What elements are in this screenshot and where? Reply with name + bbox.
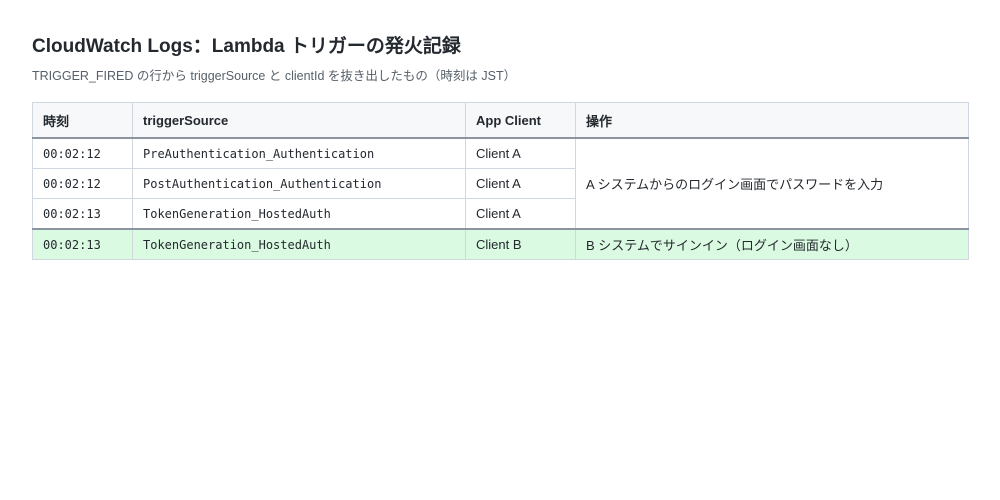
- column-header-time: 時刻: [32, 102, 133, 139]
- cell-time: 00:02:13: [32, 198, 133, 230]
- cell-operation: B システムでサインイン（ログイン画面なし）: [575, 228, 969, 260]
- page: CloudWatch Logs：Lambda トリガーの発火記録 TRIGGER…: [0, 0, 1000, 500]
- cell-time: 00:02:12: [32, 168, 133, 199]
- cell-app-client: Client B: [465, 228, 576, 260]
- cell-app-client: Client A: [465, 137, 576, 169]
- cell-time: 00:02:13: [32, 228, 133, 260]
- cell-app-client: Client A: [465, 198, 576, 230]
- column-header-operation: 操作: [575, 102, 969, 139]
- trigger-log-table: 時刻 triggerSource App Client 操作 00:02:12 …: [32, 102, 969, 260]
- table-header-row: 時刻 triggerSource App Client 操作: [32, 102, 969, 139]
- cell-trigger-source: TokenGeneration_HostedAuth: [132, 198, 466, 230]
- page-title: CloudWatch Logs：Lambda トリガーの発火記録: [32, 36, 461, 57]
- page-subtitle: TRIGGER_FIRED の行から triggerSource と clien…: [32, 69, 517, 83]
- cell-trigger-source: PostAuthentication_Authentication: [132, 168, 466, 199]
- cell-time: 00:02:12: [32, 137, 133, 169]
- cell-app-client: Client A: [465, 168, 576, 199]
- cell-trigger-source: PreAuthentication_Authentication: [132, 137, 466, 169]
- column-header-trigger-source: triggerSource: [132, 102, 466, 139]
- table-row: 00:02:12 PreAuthentication_Authenticatio…: [32, 137, 969, 230]
- cell-trigger-source: TokenGeneration_HostedAuth: [132, 228, 466, 260]
- table-row-highlighted: 00:02:13 TokenGeneration_HostedAuth Clie…: [32, 228, 969, 260]
- column-header-app-client: App Client: [465, 102, 576, 139]
- cell-operation: A システムからのログイン画面でパスワードを入力: [575, 137, 969, 230]
